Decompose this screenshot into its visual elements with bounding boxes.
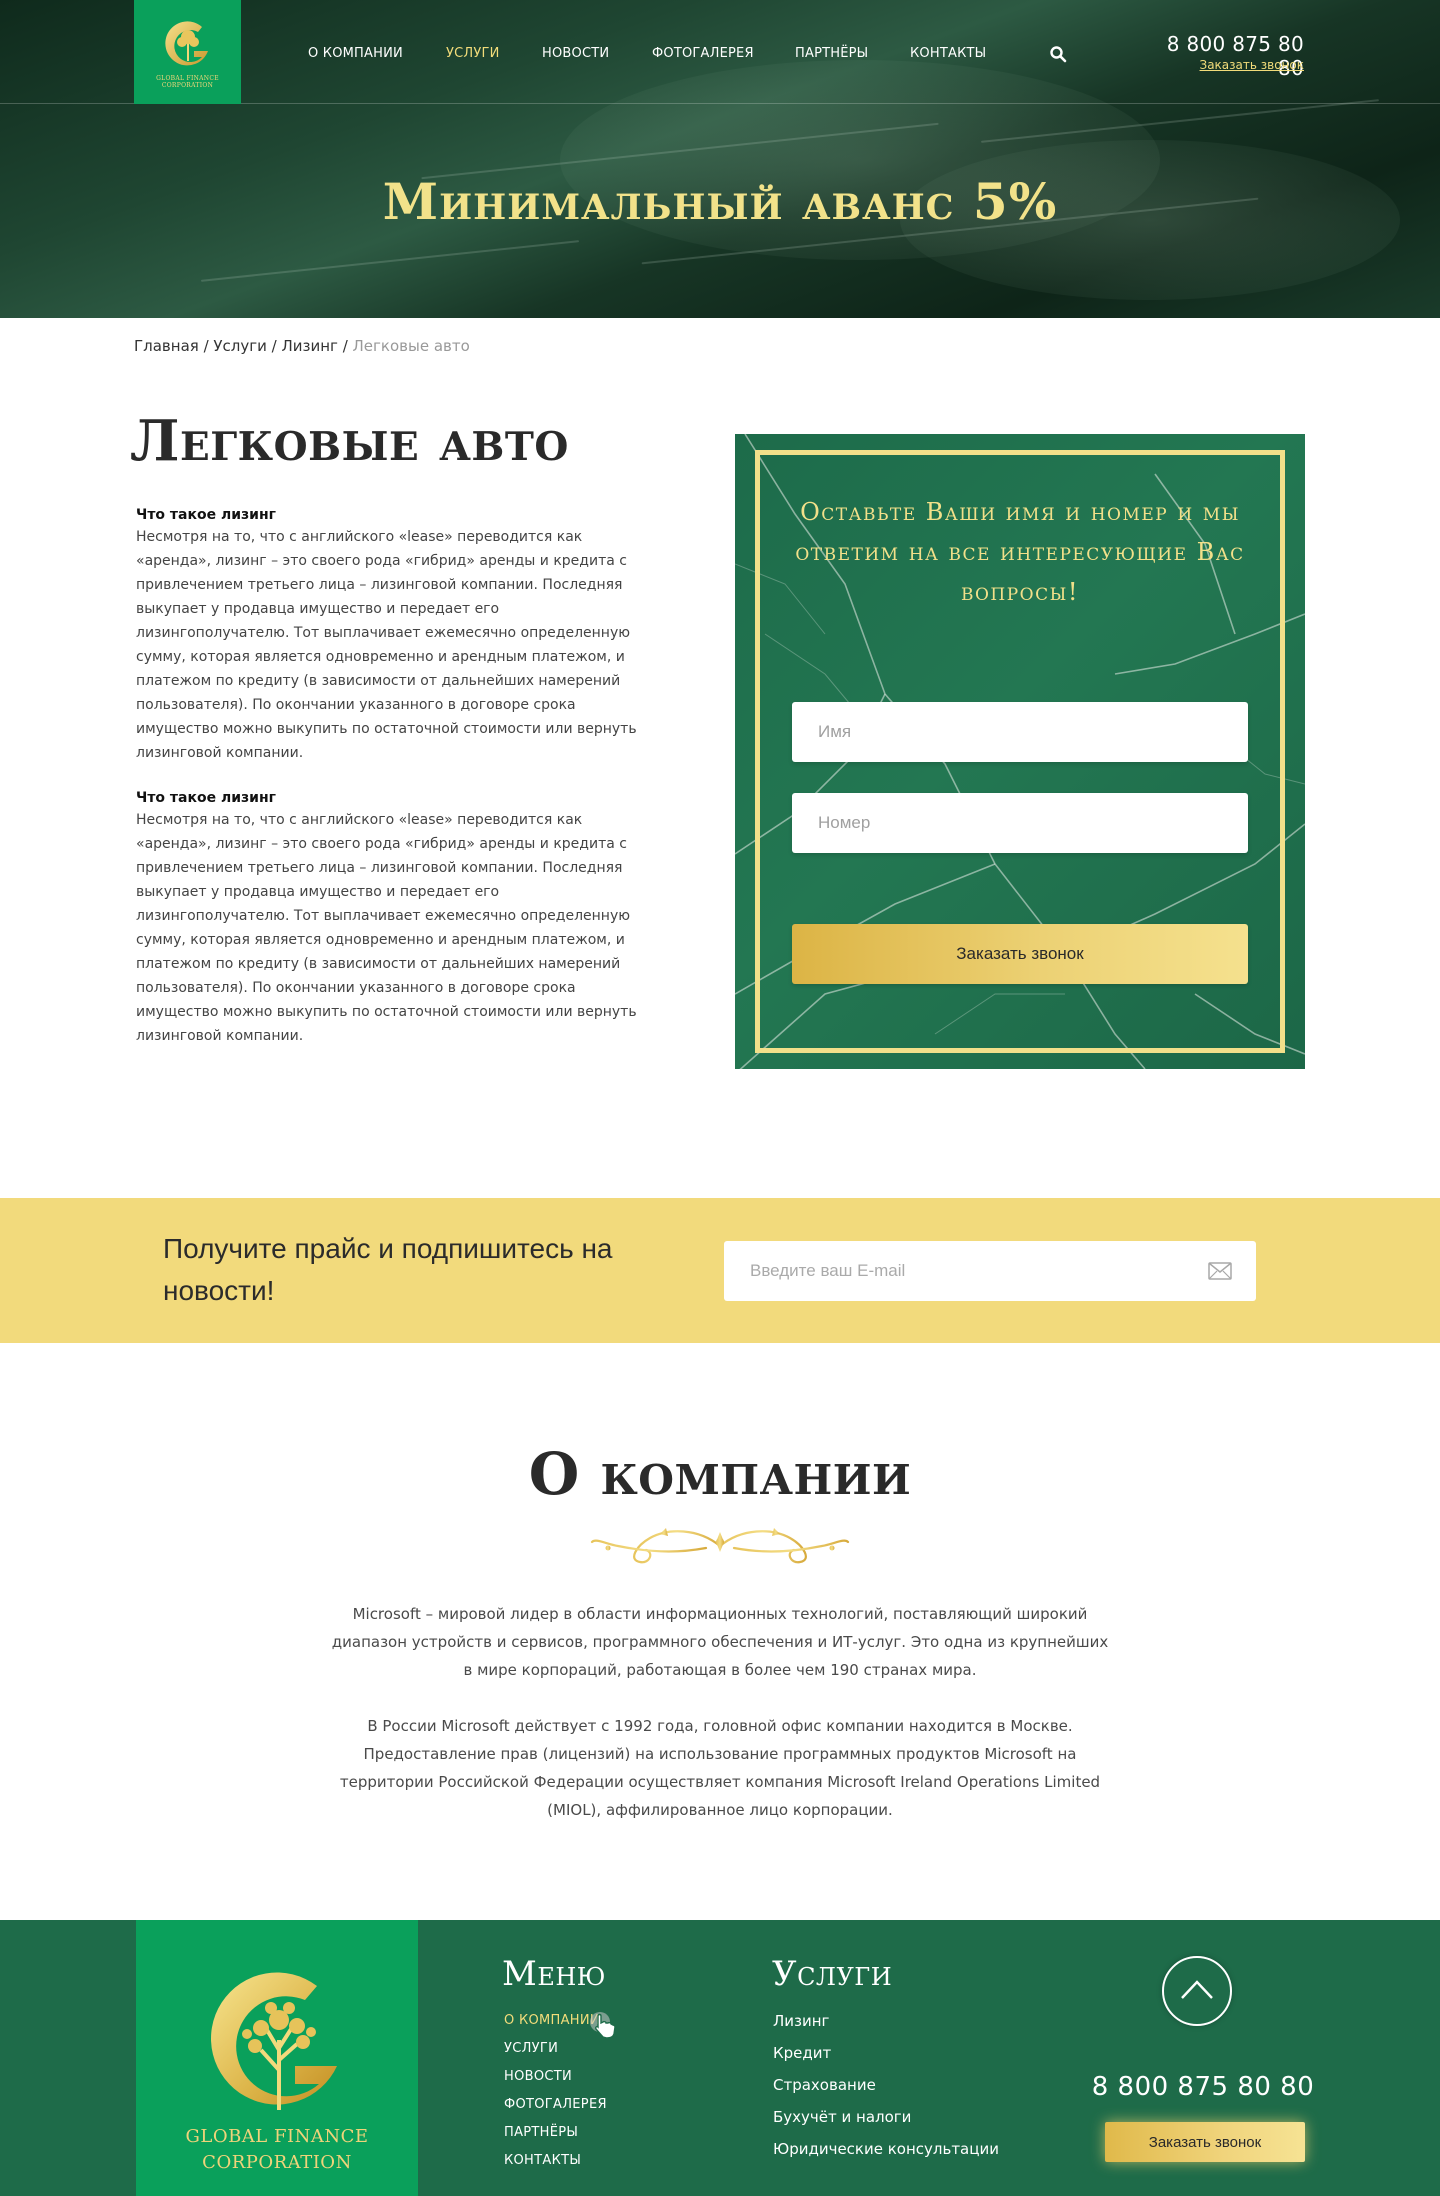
footer-service-legal[interactable]: Юридические консультации [773, 2140, 999, 2158]
top-navigation-bar: GLOBAL FINANCE CORPORATION О КОМПАНИИ УС… [0, 0, 1440, 104]
subscribe-text: Получите прайс и подпишитесь на новости! [163, 1233, 613, 1306]
order-call-button[interactable]: Заказать звонок [792, 924, 1248, 984]
breadcrumb-leasing[interactable]: Лизинг [281, 337, 337, 355]
footer-services-title: Услуги [772, 1954, 893, 1994]
footer-menu-item-gallery[interactable]: ФОТОГАЛЕРЕЯ [504, 2097, 607, 2112]
subscribe-bar: Получите прайс и подпишитесь на новости! [0, 1198, 1440, 1343]
footer-service-leasing[interactable]: Лизинг [773, 2012, 829, 2030]
about-title: О компании [528, 1440, 912, 1508]
logo-text-line: CORPORATION [161, 82, 214, 89]
form-heading: Оставьте Ваши имя и номер и мы ответим н… [795, 498, 1245, 606]
email-box [724, 1241, 1256, 1301]
section-text: Несмотря на то, что с английского «lease… [136, 812, 637, 1044]
hero-texture [200, 240, 580, 282]
footer-service-insurance[interactable]: Страхование [773, 2076, 876, 2094]
section-heading: Что такое лизинг [136, 790, 276, 806]
footer-logo-text: GLOBAL FINANCE CORPORATION [136, 2124, 418, 2176]
nav-item-services[interactable]: УСЛУГИ [446, 46, 500, 61]
callback-form: Оставьте Ваши имя и номер и мы ответим н… [735, 434, 1305, 1069]
page-title: Легковые авто [130, 408, 569, 474]
footer-menu-item-news[interactable]: НОВОСТИ [504, 2069, 572, 2084]
nav-item-about[interactable]: О КОМПАНИИ [308, 46, 403, 61]
breadcrumb-services[interactable]: Услуги [213, 337, 266, 355]
callback-link[interactable]: Заказать звонок [1146, 58, 1305, 72]
breadcrumb: Главная / Услуги / Лизинг / Легковые авт… [134, 337, 470, 355]
footer-order-call-button[interactable]: Заказать звонок [1105, 2122, 1305, 2162]
scroll-to-top-button[interactable] [1162, 1956, 1232, 2026]
footer-service-accounting[interactable]: Бухучёт и налоги [773, 2108, 911, 2126]
section-text: Несмотря на то, что с английского «lease… [136, 529, 637, 761]
breadcrumb-separator: / [266, 337, 282, 355]
logo[interactable]: GLOBAL FINANCE CORPORATION [134, 0, 241, 104]
footer-phone[interactable]: 8 800 875 80 80 [1090, 2072, 1316, 2102]
footer-menu-title: Меню [502, 1954, 606, 1994]
chevron-up-icon [1181, 1980, 1213, 1999]
ornament-divider-icon [590, 1528, 850, 1564]
footer-menu-item-partners[interactable]: ПАРТНЁРЫ [504, 2125, 578, 2140]
hero-title: Минимальный аванс 5% [382, 172, 1058, 231]
footer-service-credit[interactable]: Кредит [773, 2044, 831, 2062]
footer-menu-item-about[interactable]: О КОМПАНИИ [504, 2013, 600, 2028]
article-section: Что такое лизинг Несмотря на то, что с а… [136, 505, 656, 765]
hand-cursor-icon [590, 2012, 616, 2039]
section-heading: Что такое лизинг [136, 507, 276, 523]
logo-tree-icon [164, 21, 208, 66]
breadcrumb-home[interactable]: Главная [134, 337, 199, 355]
nav-item-contacts[interactable]: КОНТАКТЫ [910, 46, 986, 61]
footer-menu-item-services[interactable]: УСЛУГИ [504, 2041, 558, 2056]
logo-text-line: CORPORATION [202, 2152, 352, 2173]
about-paragraph: Microsoft – мировой лидер в области инфо… [331, 1605, 1109, 1679]
about-paragraph: В России Microsoft действует с 1992 года… [339, 1717, 1101, 1819]
logo-text-line: GLOBAL FINANCE [156, 75, 219, 82]
header-phone[interactable]: 8 800 875 80 80 [1146, 32, 1304, 80]
logo-text: GLOBAL FINANCE CORPORATION [156, 75, 219, 89]
nav-item-partners[interactable]: ПАРТНЁРЫ [795, 46, 868, 61]
email-input[interactable] [724, 1241, 1184, 1301]
footer-logo[interactable]: GLOBAL FINANCE CORPORATION [136, 1920, 418, 2196]
mail-icon[interactable] [1208, 1262, 1232, 1280]
breadcrumb-separator: / [198, 337, 214, 355]
name-field[interactable] [792, 702, 1248, 762]
breadcrumb-current: Легковые авто [352, 337, 470, 355]
nav-item-gallery[interactable]: ФОТОГАЛЕРЕЯ [652, 46, 754, 61]
logo-text-line: GLOBAL FINANCE [185, 2126, 369, 2147]
phone-field[interactable] [792, 793, 1248, 853]
nav-item-news[interactable]: НОВОСТИ [542, 46, 609, 61]
search-icon[interactable] [1049, 45, 1067, 63]
article-section: Что такое лизинг Несмотря на то, что с а… [136, 788, 656, 1048]
footer-menu-item-contacts[interactable]: КОНТАКТЫ [504, 2153, 581, 2168]
hero-banner: GLOBAL FINANCE CORPORATION О КОМПАНИИ УС… [0, 0, 1440, 318]
logo-tree-icon [211, 1972, 337, 2110]
footer: GLOBAL FINANCE CORPORATION Меню О КОМПАН… [0, 1920, 1440, 2196]
breadcrumb-separator: / [337, 337, 353, 355]
